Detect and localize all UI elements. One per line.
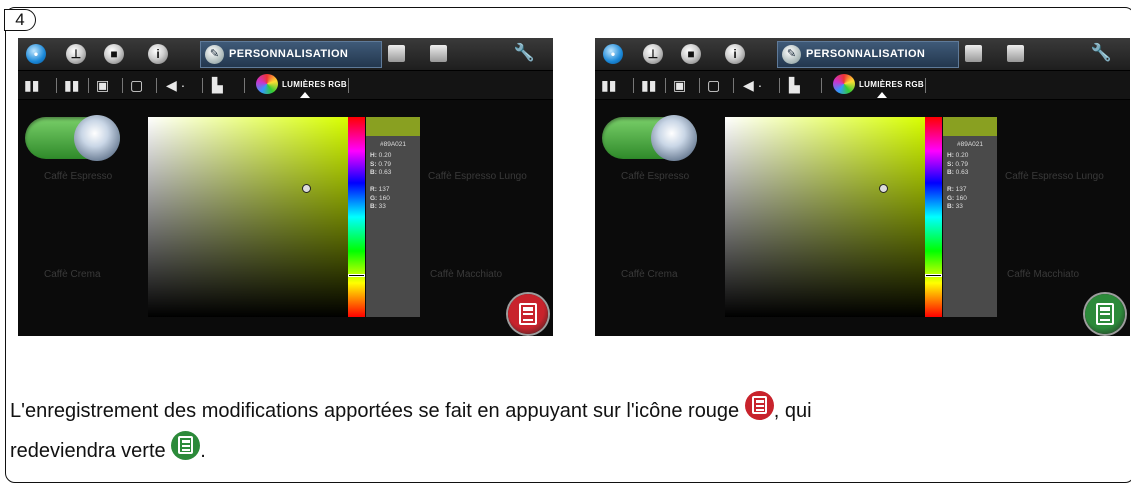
user-icon[interactable] [430, 45, 447, 62]
h-value: 0.20 [378, 152, 392, 159]
green-save-icon [171, 431, 201, 460]
machine-screen-before: • ⊥ ■ i ✎ PERSONNALISATION 🔧 ▮▮ ▮▮ ▣ ▢ ◀… [18, 38, 553, 336]
palette-icon[interactable] [833, 74, 855, 94]
speaker-icon[interactable]: ◀︎ · [166, 76, 185, 94]
hex-value: #89A021 [379, 141, 407, 148]
active-subtab-caret [877, 92, 887, 98]
subtab-rgb-lights[interactable]: LUMIÈRES RGB [282, 80, 347, 89]
hue-slider[interactable] [348, 117, 365, 317]
hue-slider[interactable] [925, 117, 942, 317]
g-value: 160 [379, 194, 390, 202]
speaker-icon[interactable]: ◀︎ · [743, 76, 762, 94]
save-button-green[interactable] [1085, 294, 1125, 334]
cup-icon[interactable]: ■ [681, 44, 701, 64]
caption-text-2: redeviendra verte [10, 440, 166, 462]
tab-label: PERSONNALISATION [229, 48, 349, 60]
r-value: 137 [955, 186, 967, 193]
active-subtab-caret [300, 92, 310, 98]
bg-label: Caffè Espresso Lungo [1005, 171, 1104, 182]
cup-steam-icon[interactable]: ▙ [212, 76, 223, 94]
wrench-icon[interactable]: 🔧 [514, 43, 535, 63]
b-value: 0.63 [378, 169, 392, 176]
screen-icon[interactable]: ▣ [673, 76, 686, 94]
g-value: 160 [956, 194, 967, 202]
hex-value: #89A021 [956, 141, 984, 148]
hsb-rgb-values: H: 0.20 S: 0.79 B: 0.63 R: 137 G: 160 B:… [947, 152, 969, 210]
sub-menu-bar: ▮▮ ▮▮ ▣ ▢ ◀︎ · ▙ LUMIÈRES RGB [595, 71, 1130, 100]
color-swatch [943, 117, 997, 136]
save-button-red[interactable] [508, 294, 548, 334]
color-swatch [366, 117, 420, 136]
floppy-disk-icon [1096, 303, 1114, 325]
rgb-b-value: 33 [378, 203, 386, 210]
book-icon[interactable]: ▮▮ [24, 76, 39, 94]
s-value: 0.79 [955, 160, 968, 168]
cup-steam-icon[interactable]: ▙ [789, 76, 800, 94]
caption-text-1-end: , qui [773, 400, 812, 422]
user-icon[interactable] [1007, 45, 1024, 62]
color-cursor[interactable] [302, 184, 311, 193]
water-drop-icon[interactable]: • [26, 44, 46, 64]
cup-icon[interactable]: ■ [104, 44, 124, 64]
book-open-icon[interactable]: ▮▮ [641, 76, 656, 94]
rgb-toggle-switch[interactable] [602, 115, 697, 161]
palette-icon[interactable] [256, 74, 278, 94]
bg-label: Caffè Espresso Lungo [428, 171, 527, 182]
caption-text-2-end: . [200, 440, 206, 462]
s-value: 0.79 [378, 160, 391, 168]
book-open-icon[interactable]: ▮▮ [64, 76, 79, 94]
machine-screen-after: • ⊥ ■ i ✎ PERSONNALISATION 🔧 ▮▮ ▮▮ ▣ ▢ ◀… [595, 38, 1130, 336]
caption-text-1: L'enregistrement des modifications appor… [10, 400, 740, 422]
floppy-disk-icon [519, 303, 537, 325]
tab-personnalisation[interactable]: ✎ PERSONNALISATION [200, 41, 382, 68]
display-icon[interactable]: ▢ [130, 76, 143, 94]
b-value: 0.63 [955, 169, 969, 176]
bg-label: Caffè Crema [621, 269, 678, 280]
book-icon[interactable]: ▮▮ [601, 76, 616, 94]
color-cursor[interactable] [879, 184, 888, 193]
wrench-icon[interactable]: 🔧 [1091, 43, 1112, 63]
step-number: 4 [4, 9, 36, 31]
r-value: 137 [378, 186, 390, 193]
top-menu-bar: • ⊥ ■ i ✎ PERSONNALISATION 🔧 [18, 38, 553, 71]
bg-label: Caffè Espresso [44, 171, 113, 182]
clock-icon[interactable]: ⊥ [643, 44, 663, 64]
bg-label: Caffè Macchiato [1007, 269, 1080, 280]
toggle-knob[interactable] [651, 115, 697, 161]
hue-slider-handle[interactable] [925, 274, 942, 277]
rgb-toggle-switch[interactable] [25, 115, 120, 161]
pencil-icon: ✎ [782, 45, 801, 64]
water-drop-icon[interactable]: • [603, 44, 623, 64]
tab-label: PERSONNALISATION [806, 48, 926, 60]
hsb-rgb-values: H: 0.20 S: 0.79 B: 0.63 R: 137 G: 160 B:… [370, 152, 392, 210]
bg-label: Caffè Crema [44, 269, 101, 280]
saturation-brightness-picker[interactable] [148, 117, 348, 317]
screen-icon[interactable]: ▣ [96, 76, 109, 94]
rgb-b-value: 33 [955, 203, 963, 210]
caption-line-1: L'enregistrement des modifications appor… [10, 391, 812, 431]
pencil-icon: ✎ [205, 45, 224, 64]
clock-icon[interactable]: ⊥ [66, 44, 86, 64]
display-icon[interactable]: ▢ [707, 76, 720, 94]
sub-menu-bar: ▮▮ ▮▮ ▣ ▢ ◀︎ · ▙ LUMIÈRES RGB [18, 71, 553, 100]
subtab-rgb-lights[interactable]: LUMIÈRES RGB [859, 80, 924, 89]
calendar-icon[interactable] [388, 45, 405, 62]
red-save-icon [744, 391, 774, 420]
bg-label: Caffè Macchiato [430, 269, 503, 280]
h-value: 0.20 [955, 152, 969, 159]
top-menu-bar: • ⊥ ■ i ✎ PERSONNALISATION 🔧 [595, 38, 1130, 71]
caption-line-2: redeviendra verte . [10, 431, 206, 471]
toggle-knob[interactable] [74, 115, 120, 161]
hue-slider-handle[interactable] [348, 274, 365, 277]
color-values-panel: #89A021 H: 0.20 S: 0.79 B: 0.63 R: 137 G… [366, 117, 420, 317]
info-icon[interactable]: i [148, 44, 168, 64]
tab-personnalisation[interactable]: ✎ PERSONNALISATION [777, 41, 959, 68]
calendar-icon[interactable] [965, 45, 982, 62]
info-icon[interactable]: i [725, 44, 745, 64]
bg-label: Caffè Espresso [621, 171, 690, 182]
saturation-brightness-picker[interactable] [725, 117, 925, 317]
color-values-panel: #89A021 H: 0.20 S: 0.79 B: 0.63 R: 137 G… [943, 117, 997, 317]
